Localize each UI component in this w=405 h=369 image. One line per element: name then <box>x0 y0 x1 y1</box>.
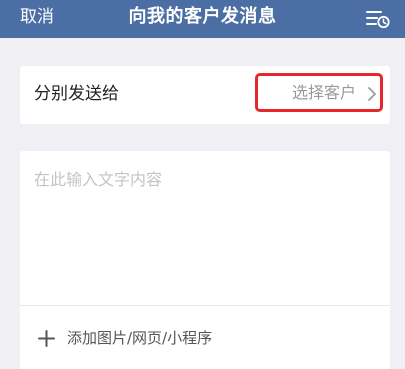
message-history-icon[interactable] <box>366 9 390 29</box>
add-attachment-button[interactable]: 添加图片/网页/小程序 <box>20 306 390 369</box>
page-title: 向我的客户发消息 <box>128 6 277 27</box>
top-nav-bar: 取消 向我的客户发消息 <box>0 0 405 38</box>
select-customer-label: 选择客户 <box>292 83 357 102</box>
send-to-label: 分别发送给 <box>34 84 119 104</box>
select-customer-button[interactable]: 选择客户 <box>255 73 383 112</box>
chevron-right-icon <box>367 86 377 102</box>
add-attachment-label: 添加图片/网页/小程序 <box>67 329 213 347</box>
message-text-input[interactable] <box>34 169 374 279</box>
list-clock-icon <box>366 11 390 29</box>
plus-icon <box>38 330 55 347</box>
message-card: 添加图片/网页/小程序 <box>20 151 390 369</box>
